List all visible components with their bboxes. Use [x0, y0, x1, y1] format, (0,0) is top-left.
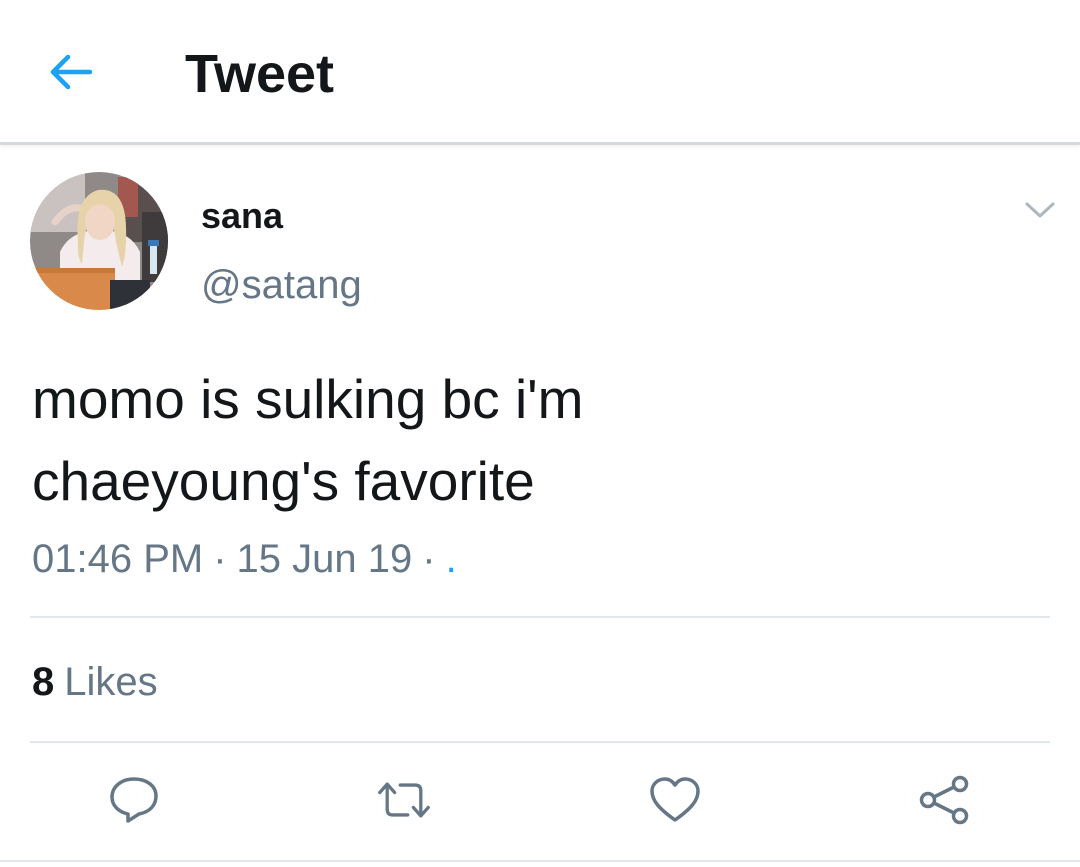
tweet-source-link[interactable]: .: [446, 537, 457, 581]
divider: [30, 741, 1050, 743]
profile-photo: [30, 172, 168, 310]
share-button[interactable]: [916, 774, 972, 826]
tweet-date: 15 Jun 19: [236, 537, 413, 581]
retweet-button[interactable]: [376, 774, 432, 826]
likes-label: Likes: [64, 660, 158, 704]
likes-stat[interactable]: 8 Likes: [32, 660, 158, 704]
app-header: Tweet: [0, 0, 1080, 145]
chevron-down-icon: [1025, 202, 1055, 218]
arrow-left-icon: [50, 54, 93, 90]
share-icon: [919, 775, 969, 825]
tweet-meta: 01:46 PM · 15 Jun 19 ·.: [32, 537, 457, 581]
heart-icon: [650, 777, 700, 822]
avatar[interactable]: [30, 172, 168, 310]
back-button[interactable]: [44, 48, 98, 96]
page-title: Tweet: [185, 44, 335, 104]
author-display-name[interactable]: sana: [201, 196, 283, 236]
reply-icon: [110, 777, 158, 823]
tweet-menu-button[interactable]: [1020, 195, 1060, 225]
meta-separator: ·: [213, 537, 227, 581]
divider: [30, 616, 1050, 618]
tweet-time: 01:46 PM: [32, 537, 204, 581]
tweet-text-line: momo is sulking bc i'm: [32, 368, 584, 430]
divider: [0, 860, 1080, 862]
tweet-text-line: chaeyoung's favorite: [32, 450, 535, 512]
retweet-icon: [378, 782, 430, 818]
reply-button[interactable]: [106, 774, 162, 826]
meta-separator: ·: [422, 537, 436, 581]
tweet-text: momo is sulking bc i'm chaeyoung's favor…: [32, 358, 1042, 522]
like-button[interactable]: [647, 774, 703, 826]
likes-count: 8: [32, 660, 55, 704]
author-handle[interactable]: @satang: [201, 263, 362, 307]
